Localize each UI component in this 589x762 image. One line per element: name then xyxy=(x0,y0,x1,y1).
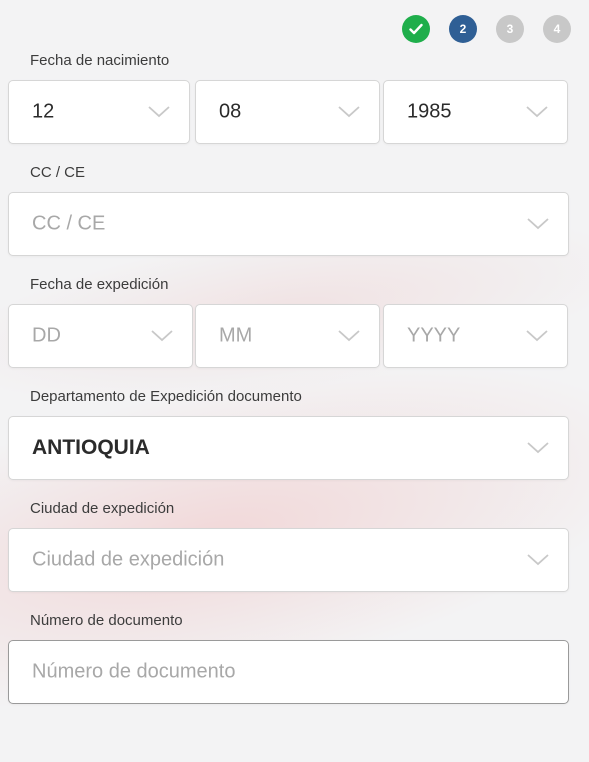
city-placeholder: Ciudad de expedición xyxy=(32,548,225,571)
chevron-down-icon xyxy=(525,105,549,119)
birth-day-value: 12 xyxy=(32,100,55,123)
step-4-pending: 4 xyxy=(543,15,571,43)
birth-day-select[interactable]: 12 xyxy=(8,80,190,144)
city-label: Ciudad de expedición xyxy=(30,500,175,517)
expedition-day-select[interactable]: DD xyxy=(8,304,193,368)
chevron-down-icon xyxy=(337,105,361,119)
step-3-pending: 3 xyxy=(496,15,524,43)
chevron-down-icon xyxy=(525,329,549,343)
doc-type-label: CC / CE xyxy=(30,164,86,181)
doc-number-input[interactable]: Número de documento xyxy=(8,640,569,704)
chevron-down-icon xyxy=(526,553,550,567)
chevron-down-icon xyxy=(150,329,174,343)
birth-date-label: Fecha de nacimiento xyxy=(30,52,170,69)
birth-year-value: 1985 xyxy=(407,100,452,123)
chevron-down-icon xyxy=(337,329,361,343)
department-label: Departamento de Expedición documento xyxy=(30,388,302,405)
doc-number-placeholder: Número de documento xyxy=(32,660,236,683)
chevron-down-icon xyxy=(526,441,550,455)
birth-month-select[interactable]: 08 xyxy=(195,80,380,144)
chevron-down-icon xyxy=(147,105,171,119)
birth-year-select[interactable]: 1985 xyxy=(383,80,568,144)
expedition-day-placeholder: DD xyxy=(32,324,61,347)
expedition-date-label: Fecha de expedición xyxy=(30,276,169,293)
doc-type-placeholder: CC / CE xyxy=(32,212,106,235)
city-select[interactable]: Ciudad de expedición xyxy=(8,528,569,592)
department-value: ANTIOQUIA xyxy=(32,436,150,459)
chevron-down-icon xyxy=(526,217,550,231)
step-indicator: 2 3 4 xyxy=(402,15,571,43)
birth-month-value: 08 xyxy=(219,100,242,123)
doc-type-select[interactable]: CC / CE xyxy=(8,192,569,256)
expedition-year-placeholder: YYYY xyxy=(407,324,461,347)
expedition-month-placeholder: MM xyxy=(219,324,253,347)
step-1-complete-icon xyxy=(402,15,430,43)
department-select[interactable]: ANTIOQUIA xyxy=(8,416,569,480)
step-2-current: 2 xyxy=(449,15,477,43)
expedition-month-select[interactable]: MM xyxy=(195,304,380,368)
doc-number-label: Número de documento xyxy=(30,612,183,629)
expedition-year-select[interactable]: YYYY xyxy=(383,304,568,368)
